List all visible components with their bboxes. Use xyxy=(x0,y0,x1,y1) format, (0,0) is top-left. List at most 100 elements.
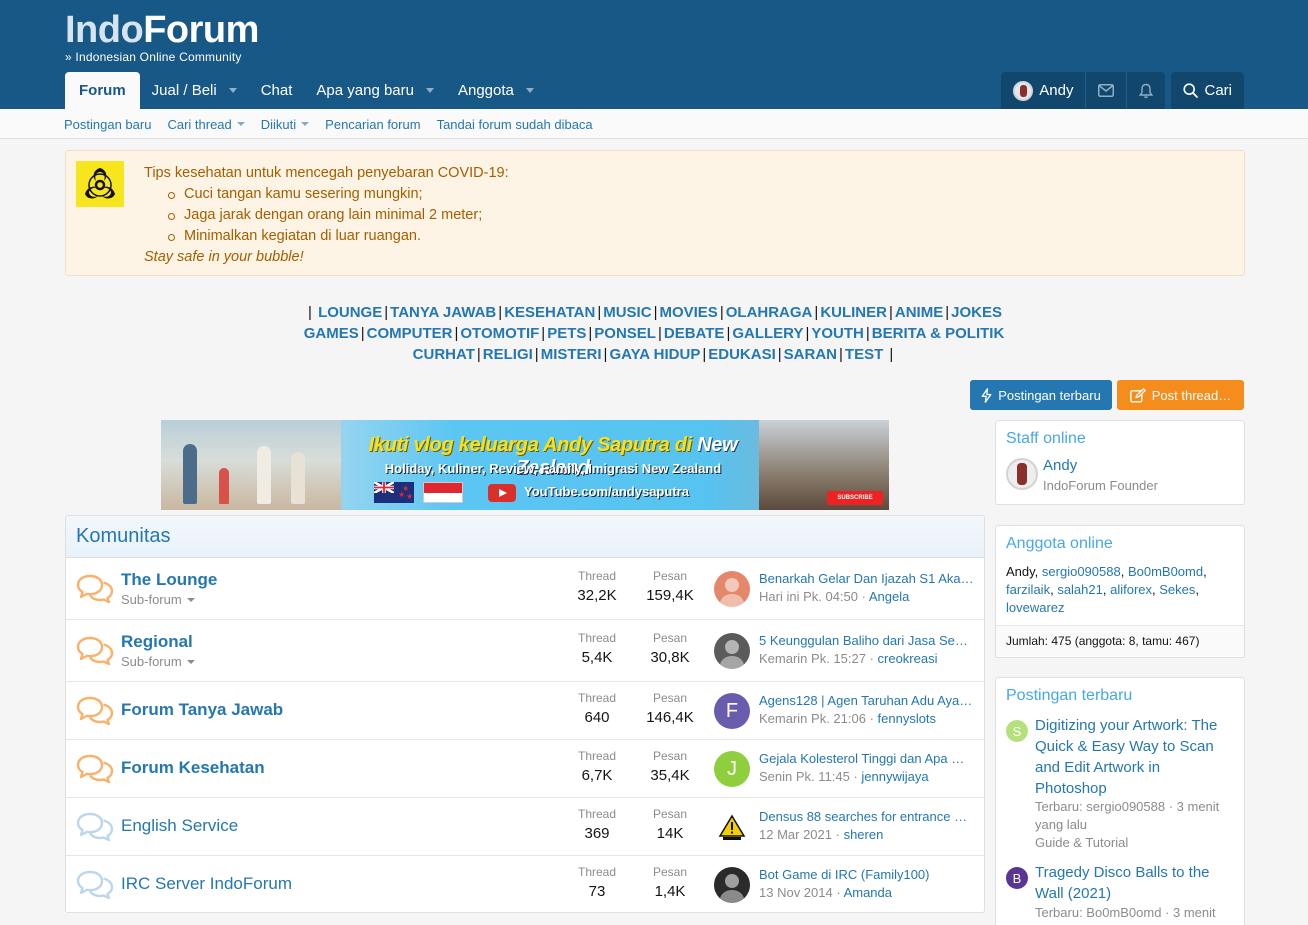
category-link[interactable]: COMPUTER xyxy=(367,325,453,342)
block-title[interactable]: Komunitas xyxy=(66,516,984,558)
last-post-title[interactable]: Agens128 | Agen Taruhan Adu Aya… xyxy=(759,693,974,708)
subforum-toggle[interactable]: Sub-forum xyxy=(121,654,195,669)
online-member[interactable]: Andy xyxy=(1006,564,1035,579)
category-link[interactable]: PONSEL xyxy=(594,325,656,342)
last-post-time[interactable]: 13 Nov 2014 xyxy=(759,885,833,900)
last-post-user[interactable]: Amanda xyxy=(844,885,892,900)
forum-title[interactable]: English Service xyxy=(121,816,238,836)
last-post-title[interactable]: Bot Game di IRC (Family100) xyxy=(759,867,974,882)
last-post-user[interactable]: fennyslots xyxy=(878,711,937,726)
chevron-down-icon[interactable] xyxy=(525,88,534,93)
avatar[interactable] xyxy=(714,571,750,607)
latest-posts-title[interactable]: Postingan terbaru xyxy=(996,678,1244,705)
last-post-user[interactable]: Angela xyxy=(869,589,909,604)
latest-post-title[interactable]: Digitizing your Artwork: The Quick & Eas… xyxy=(1035,715,1235,799)
subnav-cari-thread[interactable]: Cari thread xyxy=(167,117,245,132)
category-link[interactable]: PETS xyxy=(547,325,586,342)
category-link[interactable]: GAMES xyxy=(304,325,359,342)
avatar[interactable] xyxy=(714,633,750,669)
category-link[interactable]: GAYA HIDUP xyxy=(609,346,700,363)
category-link[interactable]: TANYA JAWAB xyxy=(390,304,496,321)
last-post-user[interactable]: creokreasi xyxy=(878,651,938,666)
post-thread-button[interactable]: Post thread… xyxy=(1117,380,1244,410)
chevron-down-icon[interactable] xyxy=(301,122,310,126)
staff-member-name[interactable]: Andy xyxy=(1043,457,1077,474)
site-logo[interactable]: IndoForum » Indonesian Online Community xyxy=(65,10,259,64)
latest-posts-button[interactable]: Postingan terbaru xyxy=(970,380,1112,410)
forum-title[interactable]: Forum Tanya Jawab xyxy=(121,700,283,720)
alerts-button[interactable] xyxy=(1126,72,1165,109)
subforum-toggle[interactable]: Sub-forum xyxy=(121,592,195,607)
forum-title[interactable]: Forum Kesehatan xyxy=(121,758,265,778)
online-member[interactable]: sergio090588 xyxy=(1042,564,1121,579)
avatar[interactable]: B xyxy=(1006,867,1028,889)
chevron-down-icon[interactable] xyxy=(425,88,434,93)
category-link[interactable]: JOKES xyxy=(951,304,1002,321)
nav-tab-chat[interactable]: Chat xyxy=(249,72,305,109)
category-link[interactable]: MOVIES xyxy=(659,304,717,321)
category-link[interactable]: KESEHATAN xyxy=(504,304,595,321)
forum-row[interactable]: The Lounge Sub-forum Thread 32,2K Pesan 159,4… xyxy=(66,558,984,620)
nav-tab-jual-beli[interactable]: Jual / Beli xyxy=(140,72,249,109)
vlog-banner[interactable]: Ikuti vlog keluarga Andy Saputra di New … xyxy=(161,420,889,510)
last-post-time[interactable]: Kemarin Pk. 15:27 xyxy=(759,651,866,666)
online-member[interactable]: Bo0mB0omd xyxy=(1128,564,1203,579)
category-link[interactable]: LOUNGE xyxy=(318,304,382,321)
chevron-down-icon[interactable] xyxy=(236,122,245,126)
online-member[interactable]: lovewarez xyxy=(1006,600,1065,615)
last-post-title[interactable]: Benarkah Gelar Dan Ijazah S1 Aka… xyxy=(759,571,974,586)
staff-online-title[interactable]: Staff online xyxy=(996,421,1244,448)
category-link[interactable]: KULINER xyxy=(820,304,887,321)
category-link[interactable]: BERITA & POLITIK xyxy=(872,325,1005,342)
last-post-time[interactable]: Hari ini Pk. 04:50 xyxy=(759,589,858,604)
avatar[interactable] xyxy=(1006,458,1038,490)
avatar[interactable]: S xyxy=(1006,720,1028,742)
last-post-time[interactable]: Senin Pk. 11:45 xyxy=(759,769,850,784)
subnav-pencarian-forum[interactable]: Pencarian forum xyxy=(325,117,420,132)
category-link[interactable]: MUSIC xyxy=(603,304,651,321)
forum-title[interactable]: The Lounge xyxy=(121,570,217,590)
category-link[interactable]: TEST xyxy=(845,346,883,363)
last-post-time[interactable]: 12 Mar 2021 xyxy=(759,827,832,842)
last-post-user[interactable]: sheren xyxy=(844,827,884,842)
online-member[interactable]: farzilaik xyxy=(1006,582,1050,597)
avatar[interactable]: F xyxy=(714,693,750,729)
subnav-diikuti[interactable]: Diikuti xyxy=(261,117,310,132)
last-post-title[interactable]: 5 Keunggulan Baliho dari Jasa Se… xyxy=(759,633,974,648)
forum-row[interactable]: English Service Thread 369 Pesan 14K Densus 8… xyxy=(66,798,984,856)
forum-title[interactable]: Regional xyxy=(121,632,193,652)
category-link[interactable]: ANIME xyxy=(895,304,943,321)
online-members-title[interactable]: Anggota online xyxy=(996,526,1244,553)
category-link[interactable]: SARAN xyxy=(784,346,837,363)
avatar[interactable] xyxy=(714,867,750,903)
last-post-title[interactable]: Gejala Kolesterol Tinggi dan Apa … xyxy=(759,751,974,766)
category-link[interactable]: EDUKASI xyxy=(708,346,776,363)
forum-title[interactable]: IRC Server IndoForum xyxy=(121,874,292,894)
forum-row[interactable]: Forum Tanya Jawab Thread 640 Pesan 146,4K F Ag… xyxy=(66,682,984,740)
last-post-user[interactable]: jennywijaya xyxy=(861,769,928,784)
inbox-button[interactable] xyxy=(1085,72,1126,109)
subnav-tandai-dibaca[interactable]: Tandai forum sudah dibaca xyxy=(437,117,593,132)
category-link[interactable]: DEBATE xyxy=(664,325,725,342)
category-link[interactable]: MISTERI xyxy=(541,346,602,363)
chevron-down-icon[interactable] xyxy=(228,88,237,93)
latest-post-forum[interactable]: Guide & Tutorial xyxy=(1035,834,1128,852)
online-member[interactable]: aliforex xyxy=(1110,582,1152,597)
forum-row[interactable]: Regional Sub-forum Thread 5,4K Pesan 30,8K 5 K… xyxy=(66,620,984,682)
online-member[interactable]: salah21 xyxy=(1057,582,1103,597)
category-link[interactable]: CURHAT xyxy=(413,346,475,363)
online-member[interactable]: Sekes xyxy=(1159,582,1195,597)
nav-tab-apa-yang-baru[interactable]: Apa yang baru xyxy=(304,72,446,109)
category-link[interactable]: OLAHRAGA xyxy=(726,304,813,321)
forum-row[interactable]: Forum Kesehatan Thread 6,7K Pesan 35,4K J Geja… xyxy=(66,740,984,798)
subnav-postingan-baru[interactable]: Postingan baru xyxy=(64,117,151,132)
forum-row[interactable]: IRC Server IndoForum Thread 73 Pesan 1,4K Bot… xyxy=(66,856,984,912)
account-menu-button[interactable]: Andy xyxy=(1001,72,1085,109)
nav-tab-anggota[interactable]: Anggota xyxy=(446,72,546,109)
warning-sign-icon[interactable] xyxy=(714,809,750,845)
category-link[interactable]: OTOMOTIF xyxy=(460,325,539,342)
last-post-time[interactable]: Kemarin Pk. 21:06 xyxy=(759,711,866,726)
avatar[interactable]: J xyxy=(714,751,750,787)
search-button[interactable]: Cari xyxy=(1171,72,1244,109)
nav-tab-forum[interactable]: Forum xyxy=(65,72,140,109)
